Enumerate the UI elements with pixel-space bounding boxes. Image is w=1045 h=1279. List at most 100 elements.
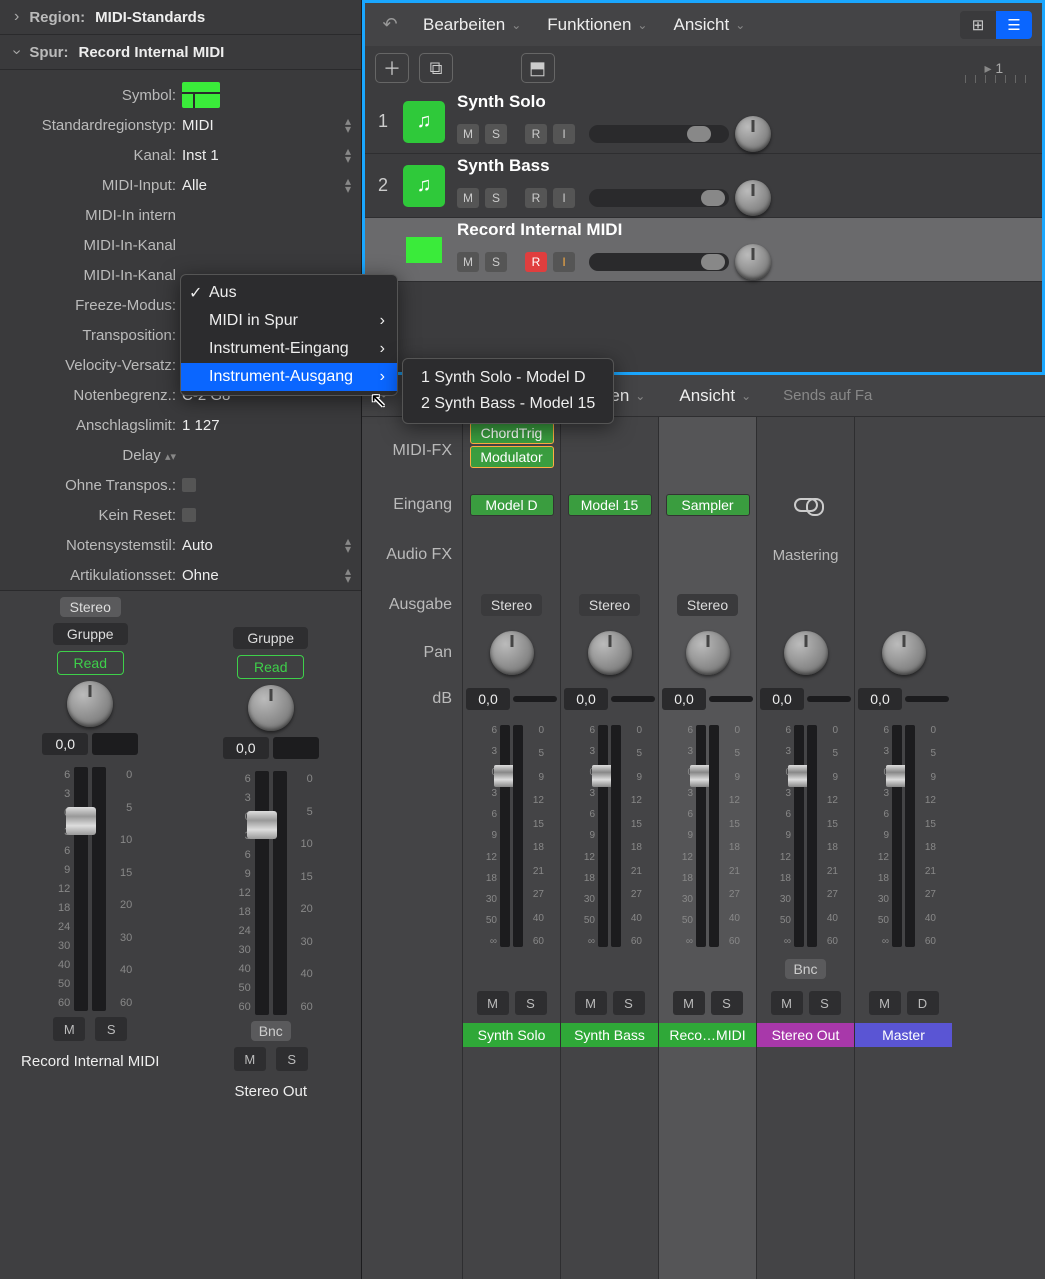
- fader[interactable]: [74, 767, 88, 1011]
- track-row[interactable]: 1♫Synth SoloMSRI: [365, 90, 1042, 154]
- volume-slider[interactable]: [589, 253, 729, 271]
- menu-item-instrument-eingang[interactable]: Instrument-Eingang›: [181, 335, 397, 363]
- output-button[interactable]: Stereo: [579, 594, 640, 616]
- midi-symbol-icon[interactable]: [182, 82, 220, 108]
- standardregionstyp-value[interactable]: MIDI▴▾: [182, 117, 361, 134]
- solo-button[interactable]: D: [907, 991, 939, 1015]
- mute-button[interactable]: M: [234, 1047, 266, 1071]
- mute-button[interactable]: M: [477, 991, 509, 1015]
- read-button[interactable]: Read: [237, 655, 304, 679]
- solo-button[interactable]: S: [711, 991, 743, 1015]
- input-monitor-button[interactable]: I: [553, 188, 575, 208]
- menu-item-aus[interactable]: Aus: [181, 279, 397, 307]
- strip-name[interactable]: Stereo Out: [757, 1023, 854, 1047]
- fader[interactable]: [500, 725, 510, 947]
- solo-button[interactable]: S: [485, 252, 507, 272]
- duplicate-track-button[interactable]: ⧉: [419, 53, 453, 83]
- mute-button[interactable]: M: [457, 188, 479, 208]
- mute-button[interactable]: M: [457, 252, 479, 272]
- kanal-value[interactable]: Inst 1▴▾: [182, 147, 361, 164]
- strip-name[interactable]: Synth Solo: [463, 1023, 560, 1047]
- pan-knob[interactable]: [735, 244, 771, 280]
- fader[interactable]: [794, 725, 804, 947]
- notensystemstil-value[interactable]: Auto▴▾: [182, 537, 361, 554]
- db-value[interactable]: 0,0: [760, 688, 804, 710]
- pan-knob[interactable]: [735, 116, 771, 152]
- solo-button[interactable]: S: [485, 124, 507, 144]
- menu-funktionen[interactable]: Funktionen⌄: [539, 11, 655, 39]
- ohne-transpos-checkbox[interactable]: [182, 478, 196, 492]
- artikulationsset-value[interactable]: Ohne▴▾: [182, 567, 361, 584]
- pan-knob[interactable]: [490, 631, 534, 675]
- instrument-slot[interactable]: Model 15: [568, 494, 652, 516]
- db-value[interactable]: 0,0: [42, 733, 88, 755]
- stereo-tag[interactable]: Stereo: [60, 597, 121, 617]
- input-monitor-button[interactable]: I: [553, 124, 575, 144]
- track-row[interactable]: Record Internal MIDIMSRI: [365, 218, 1042, 282]
- stereo-icon[interactable]: [794, 498, 818, 512]
- mute-button[interactable]: M: [673, 991, 705, 1015]
- output-button[interactable]: Stereo: [481, 594, 542, 616]
- instrument-slot[interactable]: Model D: [470, 494, 554, 516]
- solo-button[interactable]: S: [613, 991, 645, 1015]
- midifx-plugin[interactable]: ChordTrig: [470, 422, 554, 444]
- mute-button[interactable]: M: [53, 1017, 85, 1041]
- read-button[interactable]: Read: [57, 651, 124, 675]
- db-value[interactable]: 0,0: [564, 688, 608, 710]
- mute-button[interactable]: M: [771, 991, 803, 1015]
- pan-knob[interactable]: [67, 681, 113, 727]
- solo-button[interactable]: S: [515, 991, 547, 1015]
- midifx-plugin[interactable]: Modulator: [470, 446, 554, 468]
- spur-header[interactable]: › Spur: Record Internal MIDI: [0, 35, 361, 70]
- db-value[interactable]: 0,0: [662, 688, 706, 710]
- solo-button[interactable]: S: [276, 1047, 308, 1071]
- track-icon[interactable]: ♫: [403, 165, 445, 207]
- pan-knob[interactable]: [588, 631, 632, 675]
- volume-slider[interactable]: [589, 125, 729, 143]
- track-icon[interactable]: [403, 229, 445, 271]
- midi-input-value[interactable]: Alle▴▾: [182, 177, 361, 194]
- menu-bearbeiten[interactable]: Bearbeiten⌄: [415, 11, 529, 39]
- fader[interactable]: [255, 771, 269, 1015]
- strip-name[interactable]: Synth Bass: [561, 1023, 658, 1047]
- track-icon[interactable]: ♫: [403, 101, 445, 143]
- pan-knob[interactable]: [248, 685, 294, 731]
- back-icon[interactable]: ↶: [375, 12, 405, 38]
- anschlagslimit-value[interactable]: 1 127: [182, 417, 361, 434]
- pan-knob[interactable]: [735, 180, 771, 216]
- ruler[interactable]: ▸ 1: [565, 60, 1033, 77]
- db-value[interactable]: 0,0: [223, 737, 269, 759]
- output-button[interactable]: Stereo: [677, 594, 738, 616]
- bounce-button[interactable]: Bnc: [785, 959, 825, 979]
- mute-button[interactable]: M: [575, 991, 607, 1015]
- track-row[interactable]: 2♫Synth BassMSRI: [365, 154, 1042, 218]
- pan-knob[interactable]: [882, 631, 926, 675]
- kein-reset-checkbox[interactable]: [182, 508, 196, 522]
- mastering-label[interactable]: Mastering: [773, 547, 839, 564]
- db-value[interactable]: 0,0: [466, 688, 510, 710]
- list-view-icon[interactable]: ☰: [996, 11, 1032, 39]
- solo-button[interactable]: S: [95, 1017, 127, 1041]
- menu-item-instrument-ausgang[interactable]: Instrument-Ausgang›: [181, 363, 397, 391]
- mute-button[interactable]: M: [457, 124, 479, 144]
- solo-button[interactable]: S: [809, 991, 841, 1015]
- add-track-button[interactable]: ＋: [375, 53, 409, 83]
- volume-slider[interactable]: [589, 189, 729, 207]
- instrument-slot[interactable]: Sampler: [666, 494, 750, 516]
- record-button[interactable]: R: [525, 188, 547, 208]
- menu-ansicht[interactable]: Ansicht⌄: [665, 11, 753, 39]
- solo-button[interactable]: S: [485, 188, 507, 208]
- submenu-item-2[interactable]: 2 Synth Bass - Model 15: [413, 391, 603, 417]
- strip-name[interactable]: Master: [855, 1023, 952, 1047]
- region-header[interactable]: › Region: MIDI-Standards: [0, 0, 361, 35]
- strip-name[interactable]: Reco…MIDI: [659, 1023, 756, 1047]
- fader[interactable]: [696, 725, 706, 947]
- delay-label[interactable]: Delay ▴▾: [0, 447, 182, 464]
- fader[interactable]: [598, 725, 608, 947]
- mute-button[interactable]: M: [869, 991, 901, 1015]
- catch-playhead-button[interactable]: ⬒: [521, 53, 555, 83]
- record-button[interactable]: R: [525, 252, 547, 272]
- gruppe-button[interactable]: Gruppe: [233, 627, 308, 649]
- record-button[interactable]: R: [525, 124, 547, 144]
- pan-knob[interactable]: [686, 631, 730, 675]
